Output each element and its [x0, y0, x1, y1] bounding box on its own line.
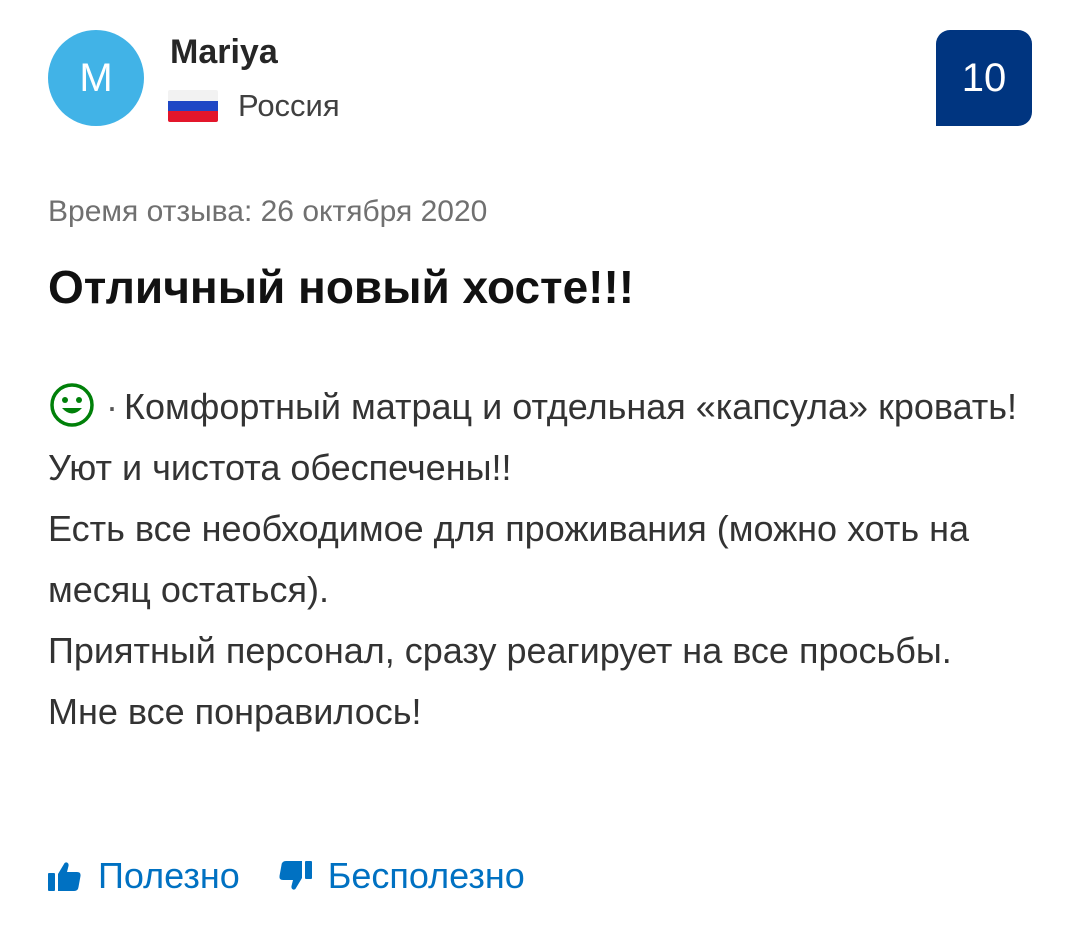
review-positive-line: Мне все понравилось!: [48, 691, 422, 732]
review-positive-line: Есть все необходимое для проживания (мож…: [48, 508, 970, 610]
review-positive-line: · Комфортный матрац и отдельная «капсула»…: [48, 376, 1038, 498]
review-date: Время отзыва: 26 октября 2020: [48, 195, 488, 228]
review-positive-line: Приятный персонал, сразу реагирует на вс…: [48, 630, 952, 671]
thumbs-up-icon: [48, 862, 81, 891]
helpful-button[interactable]: Полезно: [48, 855, 240, 897]
helpful-label: Полезно: [98, 855, 240, 896]
review-text: Комфортный матрац и отдельная «капсула» …: [48, 386, 1018, 488]
not-helpful-label: Бесполезно: [327, 855, 525, 896]
reviewer-country: Россия: [168, 86, 340, 126]
review-score-badge: 10: [936, 30, 1032, 126]
avatar: M: [48, 30, 144, 126]
review-positive: · Комфортный матрац и отдельная «капсула»…: [48, 376, 1038, 742]
russia-flag-icon: [168, 90, 218, 122]
smile-icon: [50, 383, 94, 428]
separator: ·: [106, 386, 118, 427]
review-title: Отличный новый хосте!!!: [48, 261, 635, 313]
review-actions: Полезно Бесполезно: [48, 850, 525, 902]
thumbs-down-icon: [279, 861, 312, 890]
reviewer-name: Mariya: [170, 33, 278, 71]
country-name: Россия: [238, 88, 340, 123]
review-header: M Mariya Россия 10: [48, 30, 1032, 126]
not-helpful-button[interactable]: Бесполезно: [278, 855, 525, 897]
